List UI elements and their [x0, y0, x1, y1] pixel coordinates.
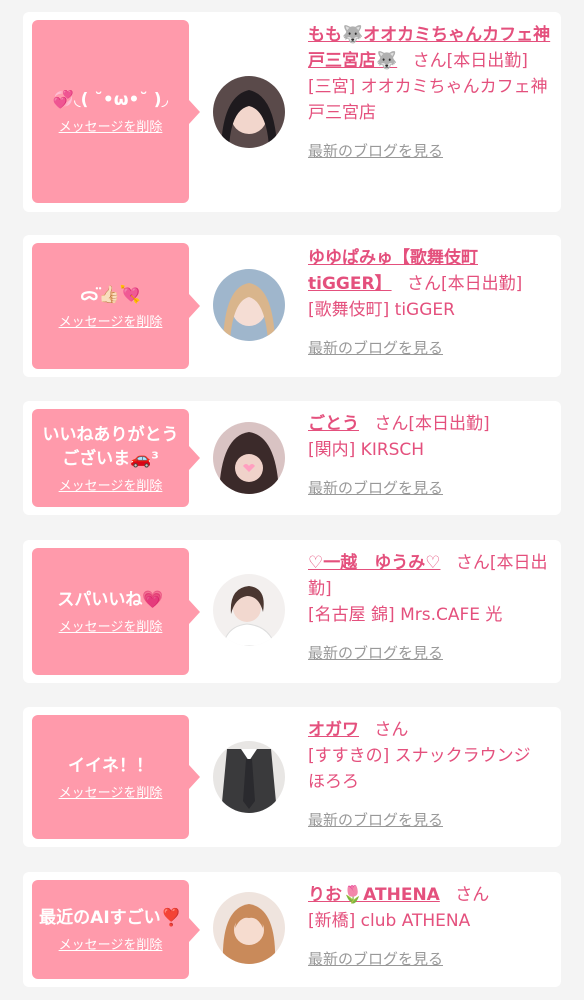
- message-text: ᯅ̈👍🏻💘: [80, 284, 141, 305]
- avatar[interactable]: [213, 892, 285, 964]
- sender-name-link[interactable]: オガワ: [308, 720, 359, 740]
- message-card: イイネ！！ メッセージを削除 オガワ さん [すすきの] スナックラウンジ ほろ…: [23, 707, 561, 847]
- honorific: さん: [374, 720, 409, 740]
- message-text: いいねありがとうございま🚗³: [42, 424, 179, 469]
- honorific: さん: [406, 274, 441, 294]
- sender-info: りお🌷ATHENA さん [新橋] club ATHENA 最新のブログを見る: [308, 882, 558, 969]
- message-bubble: イイネ！！ メッセージを削除: [32, 715, 200, 839]
- message-bubble: 最近のAIすごい❣️ メッセージを削除: [32, 880, 200, 979]
- shop-info: [名古屋 錦] Mrs.CAFE 光: [308, 605, 503, 625]
- message-text: 最近のAIすごい❣️: [39, 908, 182, 928]
- work-status: [本日出勤]: [446, 51, 528, 71]
- message-card: いいねありがとうございま🚗³ メッセージを削除 ごとう さん[本日出勤] [関内…: [23, 401, 561, 515]
- avatar[interactable]: [213, 741, 285, 813]
- shop-info: [三宮] オオカミちゃんカフェ神戸三宮店: [308, 77, 548, 123]
- message-card: ᯅ̈👍🏻💘 メッセージを削除 ゆゆぱみゅ【歌舞伎町tiGGER】 さん[本日出勤…: [23, 235, 561, 377]
- latest-blog-link[interactable]: 最新のブログを見る: [308, 642, 558, 663]
- message-text: 💞◟( ˘•ω•˘ )◞: [52, 90, 169, 110]
- delete-message-link[interactable]: メッセージを削除: [59, 616, 163, 635]
- delete-message-link[interactable]: メッセージを削除: [59, 116, 163, 135]
- work-status: [本日出勤]: [408, 414, 490, 434]
- avatar[interactable]: [213, 422, 285, 494]
- latest-blog-link[interactable]: 最新のブログを見る: [308, 809, 558, 830]
- shop-info: [歌舞伎町] tiGGER: [308, 300, 455, 320]
- sender-info: ♡一越 ゆうみ♡ さん[本日出勤] [名古屋 錦] Mrs.CAFE 光 最新の…: [308, 550, 558, 663]
- message-card: スパいいね💗 メッセージを削除 ♡一越 ゆうみ♡ さん[本日出勤] [名古屋 錦…: [23, 540, 561, 683]
- work-status: [本日出勤]: [440, 274, 523, 294]
- shop-info: [すすきの] スナックラウンジ ほろろ: [308, 746, 548, 792]
- message-bubble: スパいいね💗 メッセージを削除: [32, 548, 200, 675]
- message-bubble: いいねありがとうございま🚗³ メッセージを削除: [32, 409, 200, 507]
- honorific: さん: [374, 414, 409, 434]
- avatar[interactable]: [213, 269, 285, 341]
- message-text: イイネ！！: [68, 755, 153, 776]
- message-card: 💞◟( ˘•ω•˘ )◞ メッセージを削除 もも🐺オオカミちゃんカフェ神戸三宮店…: [23, 12, 561, 212]
- sender-info: もも🐺オオカミちゃんカフェ神戸三宮店🐺 さん[本日出勤] [三宮] オオカミちゃ…: [308, 22, 558, 161]
- message-bubble: 💞◟( ˘•ω•˘ )◞ メッセージを削除: [32, 20, 200, 203]
- message-text: スパいいね💗: [57, 590, 164, 610]
- honorific: さん: [455, 885, 490, 905]
- latest-blog-link[interactable]: 最新のブログを見る: [308, 948, 558, 969]
- honorific: さん: [412, 51, 447, 71]
- latest-blog-link[interactable]: 最新のブログを見る: [308, 477, 558, 498]
- shop-info: [新橋] club ATHENA: [308, 911, 471, 931]
- sender-info: オガワ さん [すすきの] スナックラウンジ ほろろ 最新のブログを見る: [308, 717, 558, 830]
- delete-message-link[interactable]: メッセージを削除: [59, 311, 163, 330]
- sender-name-link[interactable]: ♡一越 ゆうみ♡: [308, 553, 440, 573]
- latest-blog-link[interactable]: 最新のブログを見る: [308, 140, 558, 161]
- avatar[interactable]: [213, 574, 285, 646]
- sender-info: ゆゆぱみゅ【歌舞伎町tiGGER】 さん[本日出勤] [歌舞伎町] tiGGER…: [308, 245, 558, 358]
- delete-message-link[interactable]: メッセージを削除: [59, 934, 163, 953]
- shop-info: [関内] KIRSCH: [308, 440, 425, 460]
- delete-message-link[interactable]: メッセージを削除: [59, 475, 163, 494]
- latest-blog-link[interactable]: 最新のブログを見る: [308, 337, 558, 358]
- message-bubble: ᯅ̈👍🏻💘 メッセージを削除: [32, 243, 200, 369]
- sender-name-link[interactable]: ごとう: [308, 414, 359, 434]
- avatar[interactable]: [213, 76, 285, 148]
- honorific: さん: [455, 553, 490, 573]
- sender-info: ごとう さん[本日出勤] [関内] KIRSCH 最新のブログを見る: [308, 411, 558, 498]
- message-card: 最近のAIすごい❣️ メッセージを削除 りお🌷ATHENA さん [新橋] cl…: [23, 872, 561, 987]
- sender-name-link[interactable]: りお🌷ATHENA: [308, 885, 440, 905]
- delete-message-link[interactable]: メッセージを削除: [59, 782, 163, 801]
